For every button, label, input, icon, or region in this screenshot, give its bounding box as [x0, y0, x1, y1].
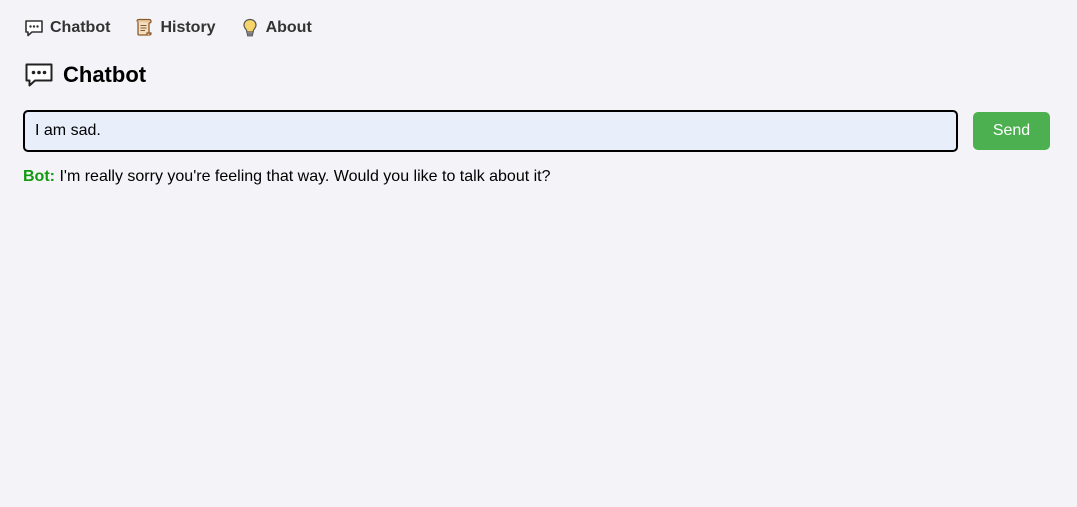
top-nav: Chatbot History About: [24, 18, 312, 38]
nav-item-history[interactable]: History: [134, 18, 216, 38]
speech-bubble-icon: [24, 60, 54, 90]
page-header: Chatbot: [24, 60, 146, 90]
nav-item-label: About: [265, 19, 312, 36]
scroll-icon: [134, 18, 154, 38]
send-button[interactable]: Send: [973, 112, 1050, 150]
bot-label: Bot:: [23, 168, 55, 185]
nav-item-chatbot[interactable]: Chatbot: [24, 18, 110, 38]
nav-item-label: Chatbot: [50, 19, 111, 36]
lightbulb-icon: [240, 18, 260, 38]
nav-item-about[interactable]: About: [240, 18, 312, 38]
speech-bubble-icon: [24, 18, 44, 38]
page-title: Chatbot: [63, 62, 147, 87]
bot-response: Bot: I'm really sorry you're feeling tha…: [23, 168, 551, 186]
nav-item-label: History: [160, 19, 216, 36]
bot-message: I'm really sorry you're feeling that way…: [59, 168, 551, 185]
chat-input[interactable]: [23, 110, 958, 152]
